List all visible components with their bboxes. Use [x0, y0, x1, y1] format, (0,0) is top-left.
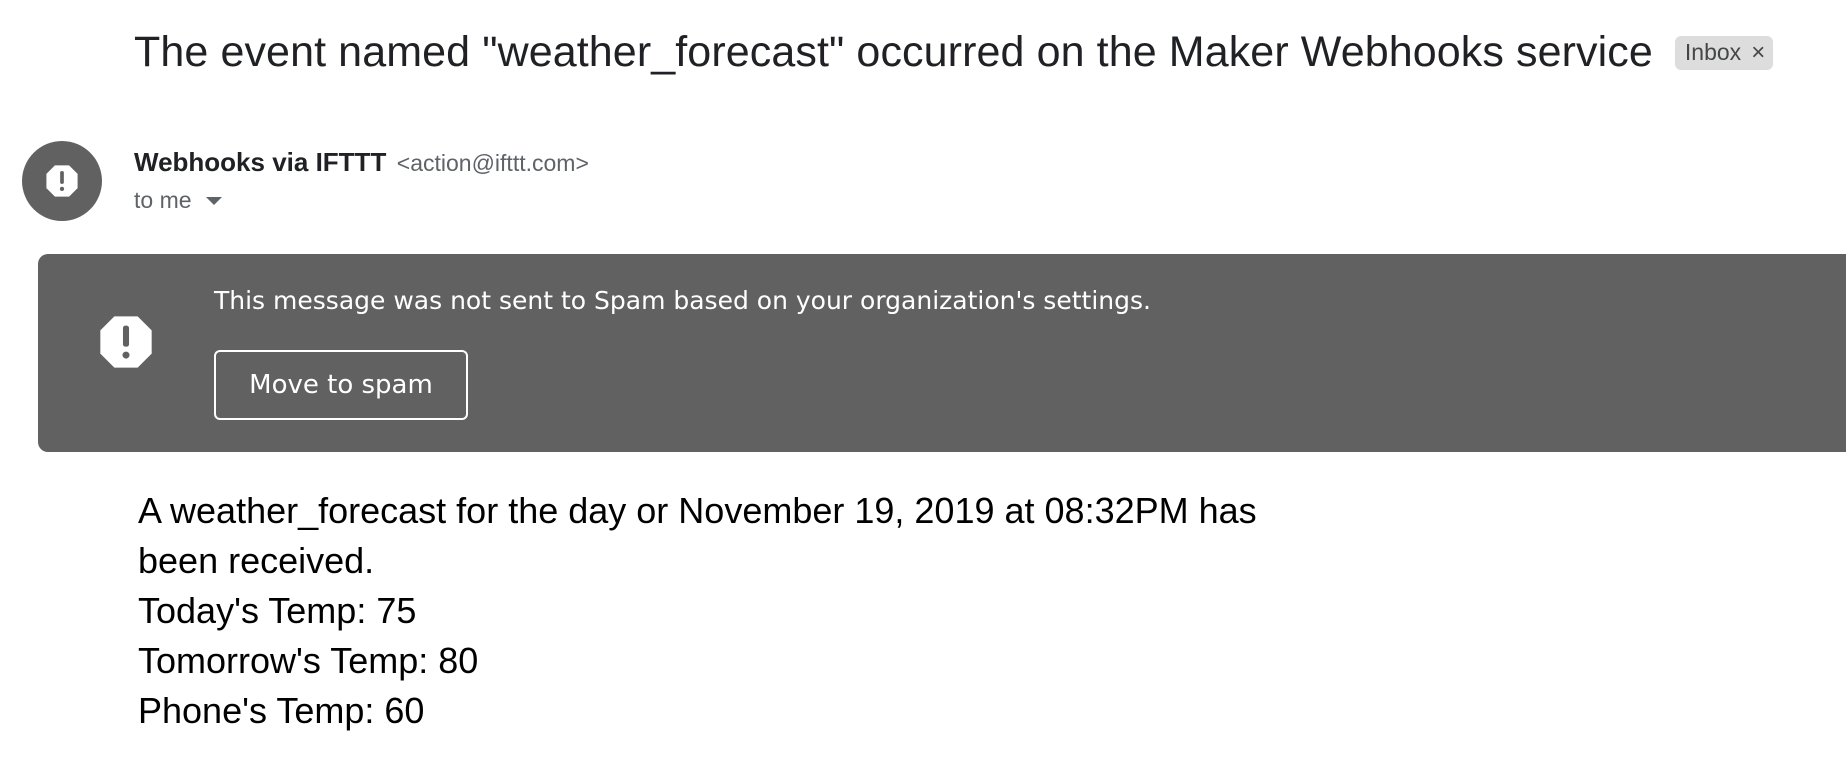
label-chip-text: Inbox — [1684, 39, 1742, 65]
body-line: Today's Temp: 75 — [138, 590, 417, 631]
recipient-text: to me — [134, 187, 192, 213]
email-subject: The event named "weather_forecast" occur… — [134, 28, 1653, 76]
remove-label-icon[interactable]: × — [1751, 40, 1765, 65]
alert-octagon-icon — [100, 316, 152, 368]
move-to-spam-button[interactable]: Move to spam — [214, 350, 468, 420]
sender-name[interactable]: Webhooks via IFTTT — [134, 147, 386, 177]
email-view: The event named "weather_forecast" occur… — [0, 0, 1846, 768]
sender-email: <action@ifttt.com> — [396, 150, 589, 176]
body-line: A weather_forecast for the day or Novemb… — [138, 490, 1257, 581]
subject-row: The event named "weather_forecast" occur… — [134, 28, 1774, 77]
inbox-label-chip[interactable]: Inbox × — [1674, 35, 1774, 70]
alert-octagon-icon — [46, 165, 78, 197]
sender-avatar[interactable] — [22, 141, 102, 221]
email-body: A weather_forecast for the day or Novemb… — [138, 486, 1288, 736]
recipient-details-toggle[interactable]: to me — [134, 187, 222, 214]
body-line: Phone's Temp: 60 — [138, 690, 425, 731]
chevron-down-icon[interactable] — [205, 196, 222, 205]
body-line: Tomorrow's Temp: 80 — [138, 640, 479, 681]
spam-warning-banner: This message was not sent to Spam based … — [38, 254, 1846, 452]
spam-banner-message: This message was not sent to Spam based … — [214, 286, 1151, 315]
sender-line: Webhooks via IFTTT <action@ifttt.com> — [134, 147, 589, 178]
